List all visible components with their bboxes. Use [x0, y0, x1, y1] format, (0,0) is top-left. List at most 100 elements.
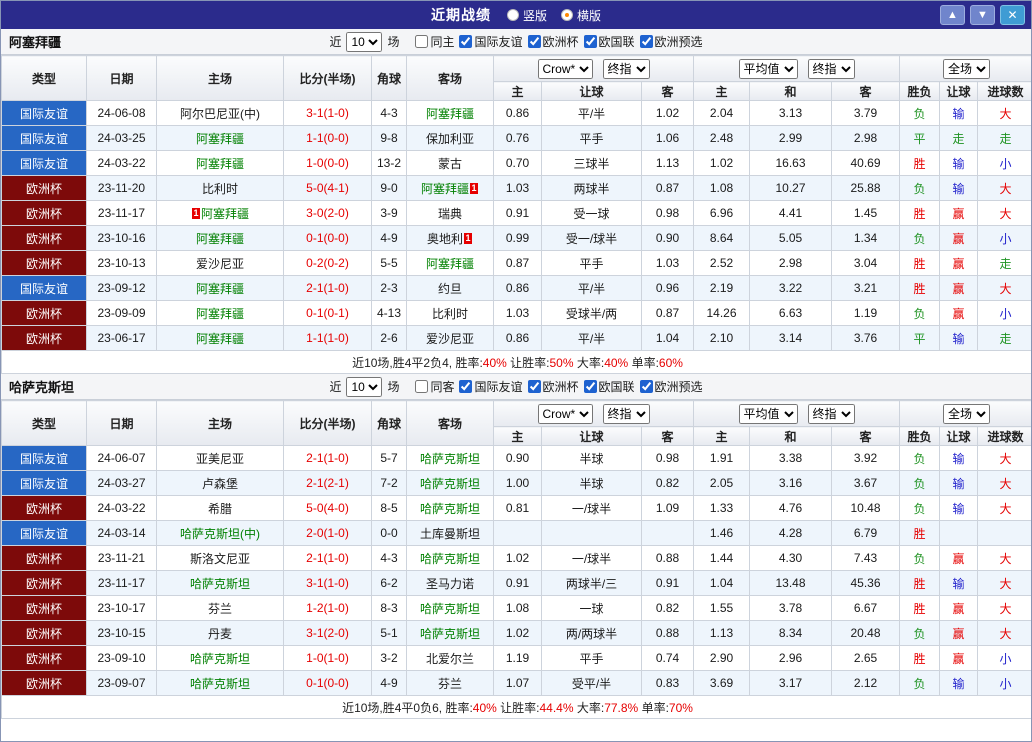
titlebar-buttons: ▲ ▼ ✕: [940, 5, 1031, 25]
same-venue-checkbox[interactable]: [415, 35, 428, 48]
home-team: 芬兰: [157, 596, 284, 621]
radio-horizontal-layout[interactable]: 横版: [561, 7, 601, 24]
filter-checkbox[interactable]: [640, 35, 653, 48]
sub-col-avg-draw: 和: [750, 82, 832, 101]
games-count-select[interactable]: 10: [346, 32, 382, 52]
handicap-line: 受平/半: [542, 671, 642, 696]
average-stage-select[interactable]: 终指: [808, 404, 855, 424]
match-date: 23-10-16: [87, 226, 157, 251]
avg-home-odds: 1.08: [694, 176, 750, 201]
away-odds: 0.87: [642, 176, 694, 201]
home-team: 阿尔巴尼亚(中): [157, 101, 284, 126]
corner-score: 8-3: [372, 596, 407, 621]
corner-score: 4-13: [372, 301, 407, 326]
corner-score: 3-2: [372, 646, 407, 671]
filter-checkbox-item[interactable]: 欧洲预选: [640, 378, 703, 395]
filter-checkbox-item[interactable]: 欧洲杯: [528, 33, 579, 50]
filter-checkbox-item[interactable]: 欧洲杯: [528, 378, 579, 395]
average-select[interactable]: 平均值: [739, 59, 798, 79]
filter-checkbox[interactable]: [459, 380, 472, 393]
team-name: 哈萨克斯坦: [190, 577, 250, 591]
match-type: 欧洲杯: [2, 621, 87, 646]
odds-stage-select[interactable]: 终指: [603, 59, 650, 79]
same-venue-checkbox[interactable]: [415, 380, 428, 393]
corner-score: 7-2: [372, 471, 407, 496]
avg-home-odds: 14.26: [694, 301, 750, 326]
match-score: 0-1(0-1): [284, 301, 372, 326]
home-team: 丹麦: [157, 621, 284, 646]
result-goals: 大: [978, 621, 1032, 646]
match-score: 1-0(0-0): [284, 151, 372, 176]
same-venue-checkbox-item[interactable]: 同客: [415, 378, 454, 395]
filter-checkbox[interactable]: [584, 35, 597, 48]
avg-home-odds: 2.04: [694, 101, 750, 126]
average-select[interactable]: 平均值: [739, 404, 798, 424]
filter-checkbox-item[interactable]: 国际友谊: [459, 378, 522, 395]
match-score: 1-0(1-0): [284, 646, 372, 671]
home-team: 斯洛文尼亚: [157, 546, 284, 571]
team-name: 保加利亚: [426, 132, 474, 146]
match-score: 1-1(0-0): [284, 126, 372, 151]
match-date: 23-09-10: [87, 646, 157, 671]
match-row: 国际友谊23-09-12阿塞拜疆2-1(1-0)2-3约旦0.86平/半0.96…: [2, 276, 1032, 301]
same-venue-checkbox-item[interactable]: 同主: [415, 33, 454, 50]
match-row: 欧洲杯23-09-09阿塞拜疆0-1(0-1)4-13比利时1.03受球半/两0…: [2, 301, 1032, 326]
result-handicap: [940, 521, 978, 546]
avg-draw-odds: 5.05: [750, 226, 832, 251]
result-goals: 大: [978, 596, 1032, 621]
filter-checkbox[interactable]: [528, 35, 541, 48]
avg-home-odds: 1.46: [694, 521, 750, 546]
filter-checkbox-item[interactable]: 欧洲预选: [640, 33, 703, 50]
move-down-button[interactable]: ▼: [970, 5, 995, 25]
corner-score: 13-2: [372, 151, 407, 176]
away-odds: 1.02: [642, 101, 694, 126]
result-handicap: 输: [940, 176, 978, 201]
scope-select[interactable]: 全场: [943, 404, 990, 424]
home-odds: 1.02: [494, 546, 542, 571]
home-odds: 0.81: [494, 496, 542, 521]
team-name: 土库曼斯坦: [420, 527, 480, 541]
team-name: 阿塞拜疆: [426, 257, 474, 271]
match-date: 23-11-20: [87, 176, 157, 201]
match-date: 23-09-12: [87, 276, 157, 301]
sub-col-wdl: 胜负: [900, 82, 940, 101]
filter-checkbox-item[interactable]: 国际友谊: [459, 33, 522, 50]
filter-checkbox-item[interactable]: 欧国联: [584, 378, 635, 395]
match-row: 国际友谊24-06-08阿尔巴尼亚(中)3-1(1-0)4-3阿塞拜疆0.86平…: [2, 101, 1032, 126]
games-count-select[interactable]: 10: [346, 377, 382, 397]
corner-score: 5-1: [372, 621, 407, 646]
team-name: 比利时: [202, 182, 238, 196]
window-title: 近期战绩: [431, 5, 491, 25]
odds-company-header: Crow* 终指: [494, 56, 694, 82]
handicap-line: 一/球半: [542, 546, 642, 571]
result-goals: 大: [978, 276, 1032, 301]
radio-vertical-layout[interactable]: 竖版: [507, 7, 547, 24]
move-up-button[interactable]: ▲: [940, 5, 965, 25]
filter-checkbox[interactable]: [584, 380, 597, 393]
avg-draw-odds: 2.98: [750, 251, 832, 276]
scope-select[interactable]: 全场: [943, 59, 990, 79]
avg-home-odds: 6.96: [694, 201, 750, 226]
result-goals: 小: [978, 646, 1032, 671]
odds-company-select[interactable]: Crow*: [538, 404, 593, 424]
col-type: 类型: [2, 401, 87, 446]
result-handicap: 输: [940, 671, 978, 696]
odds-company-select[interactable]: Crow*: [538, 59, 593, 79]
result-goals: [978, 521, 1032, 546]
odds-stage-select[interactable]: 终指: [603, 404, 650, 424]
filter-checkbox[interactable]: [640, 380, 653, 393]
close-button[interactable]: ✕: [1000, 5, 1025, 25]
summary-text: 70%: [669, 701, 693, 715]
filter-checkbox[interactable]: [528, 380, 541, 393]
recent-results-table: 类型 日期 主场 比分(半场) 角球 客场 Crow* 终指 平均值 终指: [1, 400, 1032, 719]
average-stage-select[interactable]: 终指: [808, 59, 855, 79]
away-odds: 1.04: [642, 326, 694, 351]
filter-checkbox[interactable]: [459, 35, 472, 48]
avg-draw-odds: 16.63: [750, 151, 832, 176]
filter-checkbox-item[interactable]: 欧国联: [584, 33, 635, 50]
avg-away-odds: 1.45: [832, 201, 900, 226]
result-goals: 小: [978, 301, 1032, 326]
avg-home-odds: 2.52: [694, 251, 750, 276]
section-header: 哈萨克斯坦 近 10 场 同客 国际友谊 欧洲杯 欧国联: [1, 374, 1031, 400]
home-team: 阿塞拜疆: [157, 326, 284, 351]
